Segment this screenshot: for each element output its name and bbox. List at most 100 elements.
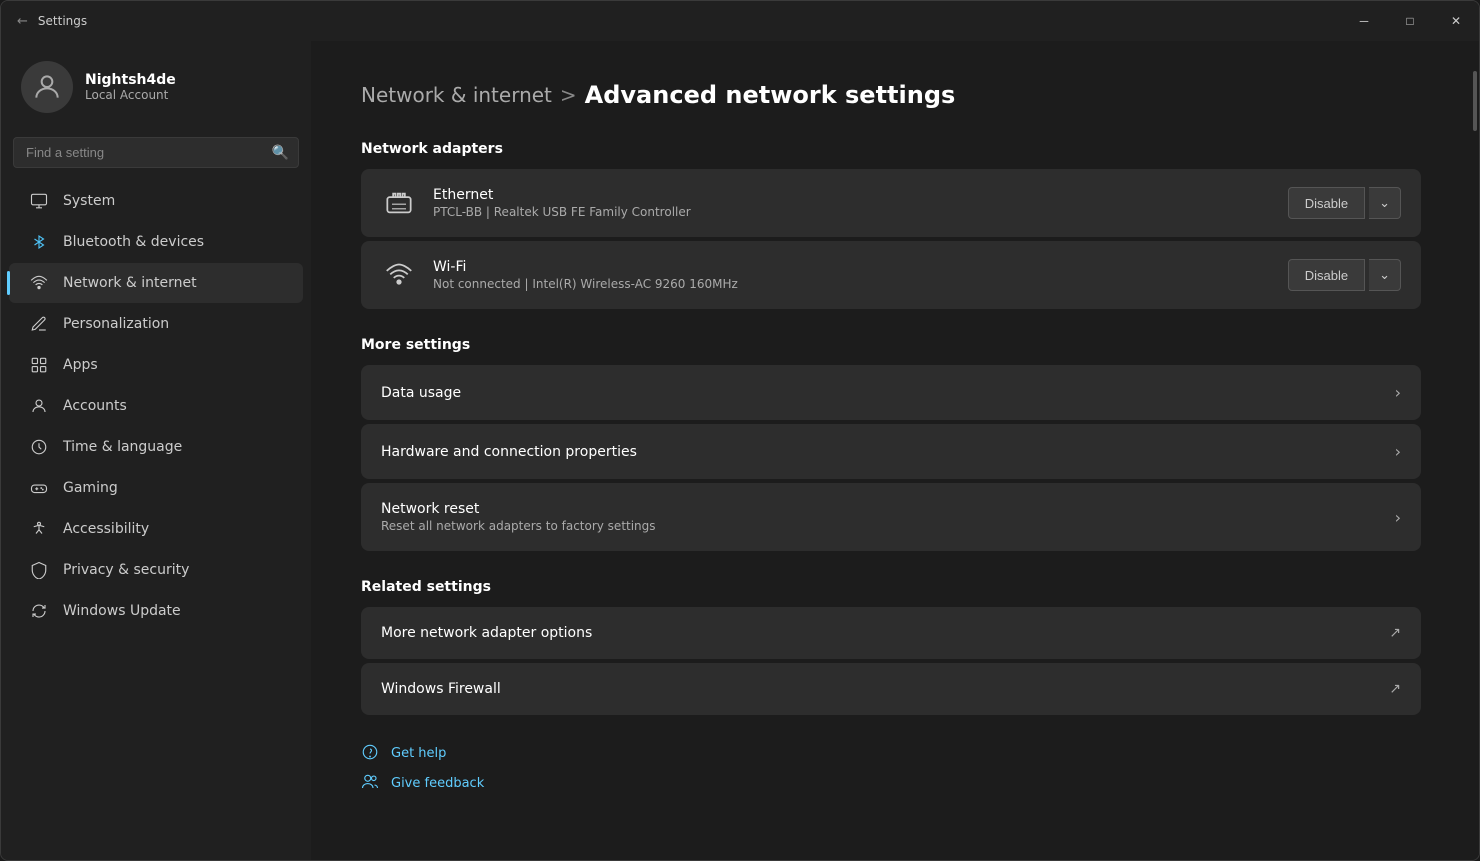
give-feedback-link[interactable]: Give feedback [361,773,1421,793]
more-adapter-opts-row[interactable]: More network adapter options ↗ [361,607,1421,659]
personalization-icon [29,314,49,334]
give-feedback-label: Give feedback [391,776,484,791]
more-adapter-opts-extlink: ↗ [1389,625,1401,641]
sidebar-item-accessibility[interactable]: Accessibility [9,509,303,549]
search-box: 🔍 [13,137,299,168]
get-help-icon [361,743,381,763]
time-icon [29,437,49,457]
bluetooth-icon [29,232,49,252]
breadcrumb-current: Advanced network settings [585,81,956,109]
maximize-button[interactable]: □ [1387,1,1433,41]
title-bar-left: ← Settings [17,14,87,29]
network-reset-desc: Reset all network adapters to factory se… [381,519,656,533]
back-arrow[interactable]: ← [17,14,28,29]
sidebar-item-gaming[interactable]: Gaming [9,468,303,508]
data-usage-label: Data usage [381,385,461,401]
give-feedback-icon [361,773,381,793]
windows-firewall-extlink: ↗ [1389,681,1401,697]
sidebar-item-label: Privacy & security [63,562,287,578]
wifi-adapter-card: Wi-Fi Not connected | Intel(R) Wireless-… [361,241,1421,309]
sidebar-item-network[interactable]: Network & internet [9,263,303,303]
sidebar-item-label: Personalization [63,316,287,332]
title-bar-title: Settings [38,14,87,28]
search-icon: 🔍 [272,145,289,161]
sidebar-item-label: Time & language [63,439,287,455]
sidebar-item-label: Gaming [63,480,287,496]
more-settings-section: More settings Data usage › Hardware and … [361,337,1421,551]
wifi-disable-button[interactable]: Disable [1288,259,1365,291]
sidebar-item-label: Apps [63,357,287,373]
network-reset-label: Network reset [381,501,656,517]
title-bar-controls: ─ □ ✕ [1341,1,1479,41]
sidebar-item-label: Windows Update [63,603,287,619]
hw-props-arrow: › [1395,442,1401,461]
windows-firewall-label: Windows Firewall [381,681,501,697]
ethernet-name: Ethernet [433,187,1272,203]
sidebar-item-label: Bluetooth & devices [63,234,287,250]
breadcrumb: Network & internet > Advanced network se… [361,81,1421,109]
data-usage-arrow: › [1395,383,1401,402]
user-type: Local Account [85,88,176,102]
title-bar: ← Settings ─ □ ✕ [1,1,1479,41]
wifi-icon [381,257,417,293]
get-help-link[interactable]: Get help [361,743,1421,763]
network-reset-row[interactable]: Network reset Reset all network adapters… [361,483,1421,551]
sidebar-item-bluetooth[interactable]: Bluetooth & devices [9,222,303,262]
accessibility-icon [29,519,49,539]
scrollbar-thumb [1473,71,1477,131]
sidebar-item-apps[interactable]: Apps [9,345,303,385]
sidebar-nav: System Bluetooth & devices Network & inter… [1,180,311,632]
adapters-section-title: Network adapters [361,141,1421,157]
network-reset-arrow: › [1395,508,1401,527]
sidebar-item-time[interactable]: Time & language [9,427,303,467]
breadcrumb-separator: > [560,83,577,107]
sidebar-item-update[interactable]: Windows Update [9,591,303,631]
ethernet-info: Ethernet PTCL-BB | Realtek USB FE Family… [433,187,1272,219]
accounts-icon [29,396,49,416]
main-area: Nightsh4de Local Account 🔍 System Bluetoo… [1,41,1479,860]
more-adapter-opts-label: More network adapter options [381,625,592,641]
breadcrumb-parent[interactable]: Network & internet [361,83,552,107]
footer-links: Get help Give feedback [361,743,1421,793]
avatar [21,61,73,113]
sidebar-item-label: Accounts [63,398,287,414]
get-help-label: Get help [391,746,446,761]
apps-icon [29,355,49,375]
hw-props-label: Hardware and connection properties [381,444,637,460]
minimize-button[interactable]: ─ [1341,1,1387,41]
update-icon [29,601,49,621]
ethernet-expand-button[interactable]: ⌄ [1369,187,1401,219]
sidebar-item-personalization[interactable]: Personalization [9,304,303,344]
sidebar-item-label: System [63,193,287,209]
user-info: Nightsh4de Local Account [85,72,176,102]
user-name: Nightsh4de [85,72,176,88]
related-settings-title: Related settings [361,579,1421,595]
wifi-actions: Disable ⌄ [1288,259,1401,291]
network-icon [29,273,49,293]
windows-firewall-row[interactable]: Windows Firewall ↗ [361,663,1421,715]
sidebar-item-accounts[interactable]: Accounts [9,386,303,426]
wifi-name: Wi-Fi [433,259,1272,275]
sidebar-item-system[interactable]: System [9,181,303,221]
sidebar-item-label: Network & internet [63,275,287,291]
sidebar: Nightsh4de Local Account 🔍 System Bluetoo… [1,41,311,860]
ethernet-disable-button[interactable]: Disable [1288,187,1365,219]
ethernet-actions: Disable ⌄ [1288,187,1401,219]
system-icon [29,191,49,211]
wifi-desc: Not connected | Intel(R) Wireless-AC 926… [433,277,1272,291]
close-button[interactable]: ✕ [1433,1,1479,41]
ethernet-adapter-card: Ethernet PTCL-BB | Realtek USB FE Family… [361,169,1421,237]
content-area: Network & internet > Advanced network se… [311,41,1471,860]
more-settings-title: More settings [361,337,1421,353]
scrollbar[interactable] [1471,41,1479,860]
sidebar-item-privacy[interactable]: Privacy & security [9,550,303,590]
data-usage-row[interactable]: Data usage › [361,365,1421,420]
ethernet-desc: PTCL-BB | Realtek USB FE Family Controll… [433,205,1272,219]
user-profile[interactable]: Nightsh4de Local Account [1,41,311,133]
gaming-icon [29,478,49,498]
ethernet-icon [381,185,417,221]
wifi-info: Wi-Fi Not connected | Intel(R) Wireless-… [433,259,1272,291]
wifi-expand-button[interactable]: ⌄ [1369,259,1401,291]
hw-props-row[interactable]: Hardware and connection properties › [361,424,1421,479]
search-input[interactable] [13,137,299,168]
